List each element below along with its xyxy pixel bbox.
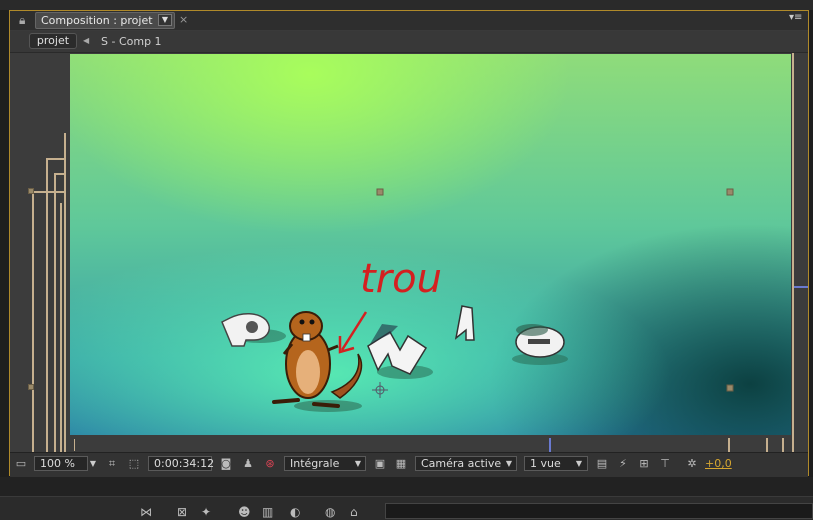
chevron-down-icon[interactable]: ▼	[86, 456, 100, 471]
draft-3d-icon[interactable]: ✦	[201, 505, 211, 519]
channel-rgb-icon[interactable]: ⊛	[262, 456, 278, 471]
graph-editor-icon[interactable]: ⌂	[350, 505, 358, 519]
exposure-icon[interactable]: ✲	[684, 456, 700, 471]
snapshot-icon[interactable]: ◙	[218, 456, 234, 471]
motion-blur-icon[interactable]: ◐	[290, 505, 300, 519]
top-strip	[0, 0, 813, 10]
breadcrumb-child[interactable]: S - Comp 1	[101, 35, 162, 48]
breadcrumb-current[interactable]: projet	[29, 33, 77, 49]
breadcrumb-arrow-icon[interactable]: ◀	[83, 36, 89, 45]
annotation-arrow	[338, 311, 368, 354]
chevron-down-icon[interactable]: ▼	[572, 456, 586, 471]
zoom-select[interactable]: 100 %	[34, 456, 88, 471]
brainstorm-icon[interactable]: ◍	[325, 505, 335, 519]
fast-previews-icon[interactable]: ⚡	[615, 456, 631, 471]
layer-guide	[766, 438, 768, 452]
mask-toggle-icon[interactable]: ⬚	[126, 456, 142, 471]
layer-guide	[46, 158, 66, 160]
composition-mini-icon[interactable]: ⊠	[177, 505, 187, 519]
layer-guide	[54, 173, 56, 452]
canvas-artwork: trou	[221, 188, 734, 412]
layer-handle[interactable]	[28, 188, 34, 194]
beaver-character[interactable]	[272, 311, 363, 408]
letter-o[interactable]	[515, 324, 565, 358]
chevron-down-icon[interactable]: ▼	[502, 456, 516, 471]
lock-icon[interactable]: 🔒︎	[19, 13, 31, 27]
layer-guide	[792, 53, 794, 452]
always-preview-icon[interactable]: ▭	[13, 456, 29, 471]
annotation-text: trou	[360, 256, 442, 302]
timeline-icon[interactable]: ⊞	[636, 456, 652, 471]
exposure-value[interactable]: +0,0	[705, 457, 732, 470]
flowchart-icon[interactable]: ⊤	[657, 456, 673, 471]
tab-dropdown-button[interactable]: ▼	[158, 14, 172, 26]
grid-options-icon[interactable]: ▤	[594, 456, 610, 471]
layer-handle[interactable]	[726, 384, 734, 392]
tab-title: Composition : projet	[41, 14, 153, 27]
guide-marker	[794, 286, 808, 288]
layer-guide	[32, 191, 66, 193]
layer-handle[interactable]	[28, 384, 34, 390]
layer-guide	[60, 203, 62, 452]
viewer-bottom-margin	[70, 436, 791, 452]
layer-guide	[46, 158, 48, 452]
transparency-grid-icon[interactable]: ▦	[393, 456, 409, 471]
close-icon[interactable]: ×	[179, 13, 188, 26]
guide-marker	[549, 438, 551, 452]
layer-guide	[782, 438, 784, 452]
anchor-point-icon[interactable]	[372, 382, 388, 398]
region-of-interest-icon[interactable]: ▣	[372, 456, 388, 471]
timeline-ruler[interactable]	[385, 503, 813, 519]
chevron-down-icon[interactable]: ▼	[351, 456, 365, 471]
timecode-field[interactable]: 0:00:34:12	[148, 456, 214, 471]
layer-guide	[64, 133, 66, 452]
layer-guide	[728, 438, 730, 452]
layer-handle[interactable]	[726, 188, 734, 196]
safe-zones-icon[interactable]: ⌗	[104, 456, 120, 471]
composition-canvas[interactable]: trou	[70, 54, 791, 435]
panel-menu-icon[interactable]: ▾≡	[789, 12, 802, 23]
layer-guide	[74, 439, 75, 451]
frame-blending-icon[interactable]: ▥	[262, 505, 273, 519]
shy-layers-icon[interactable]: ☻	[238, 505, 251, 519]
layer-guide	[32, 191, 34, 452]
show-snapshot-icon[interactable]: ♟	[240, 456, 256, 471]
toggle-switches-icon[interactable]: ⋈	[140, 505, 152, 519]
letter-a[interactable]	[454, 305, 475, 341]
layer-handle[interactable]	[376, 188, 384, 196]
